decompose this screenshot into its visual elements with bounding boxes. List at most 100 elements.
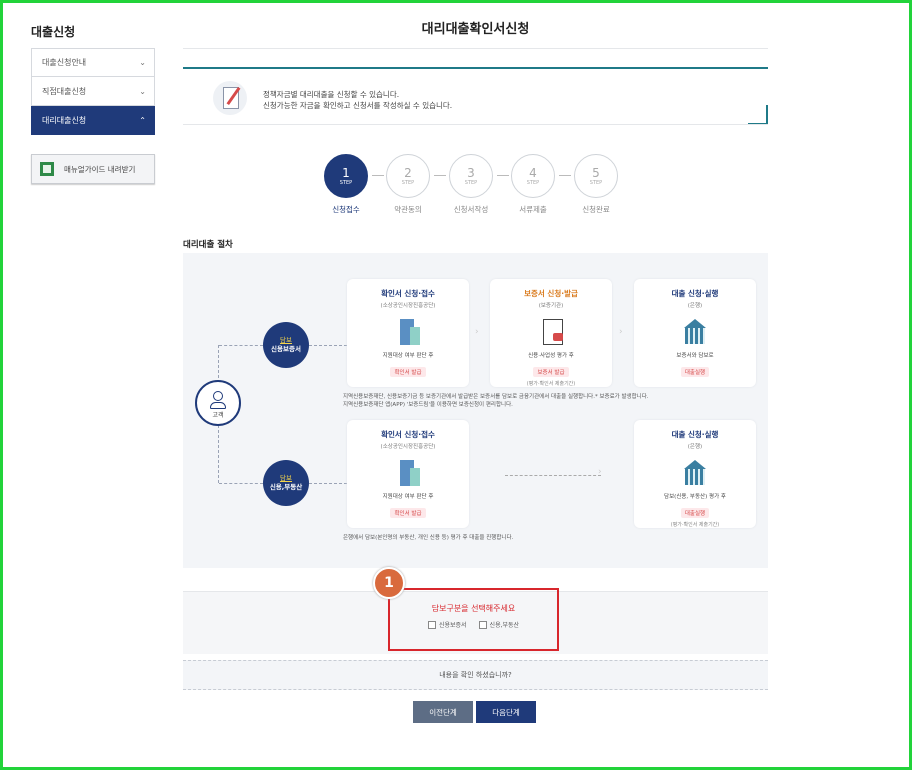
card-result: 확인서 발급 (390, 508, 426, 518)
process-card: 대출 신청·실행 (은행) 보증서와 담보로 대출실행 (634, 279, 756, 387)
chevron-up-icon: ⌃ (139, 115, 146, 125)
card-subheading: (은행) (687, 444, 703, 450)
step-label: 신청서작성 (453, 205, 489, 214)
sidebar-item-label: 대출신청안내 (42, 58, 87, 67)
step-1: 1 STEP 신청접수 (322, 154, 370, 215)
procedure-note: 은행에서 담보(본인명의 부동산, 개인 신용 등) 평가 후 대출을 진행합니… (343, 535, 514, 541)
procedure-title: 대리대출 절차 (183, 240, 233, 250)
card-result: 확인서 발급 (390, 367, 426, 377)
card-description: 보증서와 담보로 (676, 353, 714, 359)
step-caption: STEP (339, 179, 353, 186)
type-node-top: 담보 (280, 336, 292, 344)
step-label: 서류제출 (519, 205, 547, 214)
step-label: 약관동의 (394, 205, 422, 214)
next-step-button[interactable]: 다음단계 (476, 701, 536, 723)
type-node-credit: 담보 신용,부동산 (263, 460, 309, 506)
card-heading: 대출 신청·실행 (671, 430, 719, 439)
building-icon (394, 458, 422, 486)
type-node-bottom: 신용,부동산 (269, 483, 303, 491)
connector-line (309, 345, 347, 346)
guarantee-checkbox[interactable] (427, 620, 436, 629)
connector-line (219, 483, 263, 484)
manual-download-button[interactable]: 매뉴얼가이드 내려받기 (31, 154, 155, 184)
card-note: (평가·확인서 제출기간) (670, 522, 720, 528)
notice-text: 정책자금별 대리대출을 신청할 수 있습니다. 신청가능한 자금을 확인하고 신… (263, 89, 452, 111)
bank-icon (681, 317, 709, 345)
chevron-right-icon: › (619, 327, 623, 337)
sidebar-item-loan-guide[interactable]: 대출신청안내 ⌄ (31, 48, 155, 77)
sidebar-title: 대출신청 (31, 25, 76, 39)
sidebar-item-proxy-loan[interactable]: 대리대출신청 ⌃ (31, 106, 155, 135)
card-heading: 보증서 신청·발급 (524, 289, 578, 298)
step-label: 신청접수 (332, 205, 360, 214)
process-card: 대출 신청·실행 (은행) 담보(신용, 부동산) 평가 후 대출실행 (평가·… (634, 420, 756, 528)
card-note: (평가·확인서 제출기간) (526, 381, 576, 387)
option-credit-realestate[interactable]: 신용,부동산 (478, 620, 519, 629)
step-indicator: 1 STEP 신청접수 2 STEP 약관동의 3 STEP 신청서작성 4 S… (318, 154, 628, 214)
step-caption: STEP (526, 179, 540, 186)
card-subheading: (은행) (687, 303, 703, 309)
note-line: 지역신용보증재단, 신용보증기금 등 보증기관에서 발급받은 보증서를 담보로 … (343, 394, 649, 400)
excel-icon (40, 162, 54, 176)
card-subheading: (보증기관) (538, 303, 564, 309)
card-result: 대출실행 (680, 508, 710, 518)
step-number: 1 (342, 165, 350, 180)
step-circle: 5 STEP (574, 154, 618, 198)
card-result: 보증서 발급 (533, 367, 569, 377)
selection-options: 신용보증서 신용,부동산 (390, 620, 557, 629)
step-number: 3 (467, 165, 475, 180)
building-icon (394, 317, 422, 345)
step-circle: 4 STEP (511, 154, 555, 198)
notice-line: 정책자금별 대리대출을 신청할 수 있습니다. (263, 90, 400, 99)
card-heading: 확인서 신청·접수 (381, 289, 435, 298)
card-subheading: (소상공인시장진흥공단) (380, 444, 436, 450)
connector-line (309, 483, 347, 484)
step-2: 2 STEP 약관동의 (384, 154, 432, 215)
step-4: 4 STEP 서류제출 (509, 154, 557, 215)
notice-box: 정책자금별 대리대출을 신청할 수 있습니다. 신청가능한 자금을 확인하고 신… (183, 67, 768, 125)
step-connector (497, 175, 509, 176)
type-node-top: 담보 (280, 474, 292, 482)
sidebar-item-direct-loan[interactable]: 직접대출신청 ⌄ (31, 77, 155, 106)
type-node-guarantee: 담보 신용보증서 (263, 322, 309, 368)
process-card: 확인서 신청·접수 (소상공인시장진흥공단) 지원대상 여부 판단 후 확인서 … (347, 420, 469, 528)
procedure-diagram: 고객 담보 신용보증서 담보 신용,부동산 확인서 신청·접수 (소상공인시장진… (183, 253, 768, 568)
manual-download-label: 매뉴얼가이드 내려받기 (64, 164, 136, 174)
step-circle: 3 STEP (449, 154, 493, 198)
option-label: 신용보증서 (438, 622, 467, 629)
chevron-down-icon: ⌄ (139, 58, 146, 67)
chevron-right-icon: › (475, 327, 479, 337)
divider (766, 105, 768, 125)
customer-label: 고객 (212, 412, 224, 419)
card-heading: 확인서 신청·접수 (381, 430, 435, 439)
card-subheading: (소상공인시장진흥공단) (380, 303, 436, 309)
sidebar-menu: 대출신청안내 ⌄ 직접대출신청 ⌄ 대리대출신청 ⌃ (31, 48, 155, 135)
step-circle: 2 STEP (386, 154, 430, 198)
step-number: 2 (404, 165, 412, 180)
page-title: 대리대출확인서신청 (421, 22, 530, 37)
step-caption: STEP (464, 179, 478, 186)
process-card: 보증서 신청·발급 (보증기관) 신용·사업성 평가 후 보증서 발급 (평가·… (490, 279, 612, 387)
step-circle: 1 STEP (324, 154, 368, 198)
prev-step-button[interactable]: 이전단계 (413, 701, 473, 723)
sidebar-item-label: 대리대출신청 (42, 115, 87, 125)
card-result: 대출실행 (680, 367, 710, 377)
procedure-note: 지역신용보증재단, 신용보증기금 등 보증기관에서 발급받은 보증서를 담보로 … (343, 393, 763, 409)
certificate-icon (537, 317, 565, 345)
step-5: 5 STEP 신청완료 (572, 154, 620, 215)
chevron-right-icon: › (598, 467, 602, 477)
process-card: 확인서 신청·접수 (소상공인시장진흥공단) 지원대상 여부 판단 후 확인서 … (347, 279, 469, 387)
annotation-badge: 1 (373, 567, 405, 599)
divider (183, 124, 768, 125)
customer-node: 고객 (195, 380, 241, 426)
notice-line: 신청가능한 자금을 확인하고 신청서를 작성하실 수 있습니다. (263, 101, 453, 110)
credit-realestate-checkbox[interactable] (478, 620, 487, 629)
sidebar-item-label: 직접대출신청 (42, 86, 87, 96)
document-pen-icon (213, 81, 247, 115)
connector-line (505, 475, 601, 476)
type-node-bottom: 신용보증서 (271, 345, 301, 353)
step-connector (559, 175, 571, 176)
person-body (210, 402, 226, 409)
option-guarantee[interactable]: 신용보증서 (427, 620, 467, 629)
card-description: 지원대상 여부 판단 후 (382, 494, 434, 500)
